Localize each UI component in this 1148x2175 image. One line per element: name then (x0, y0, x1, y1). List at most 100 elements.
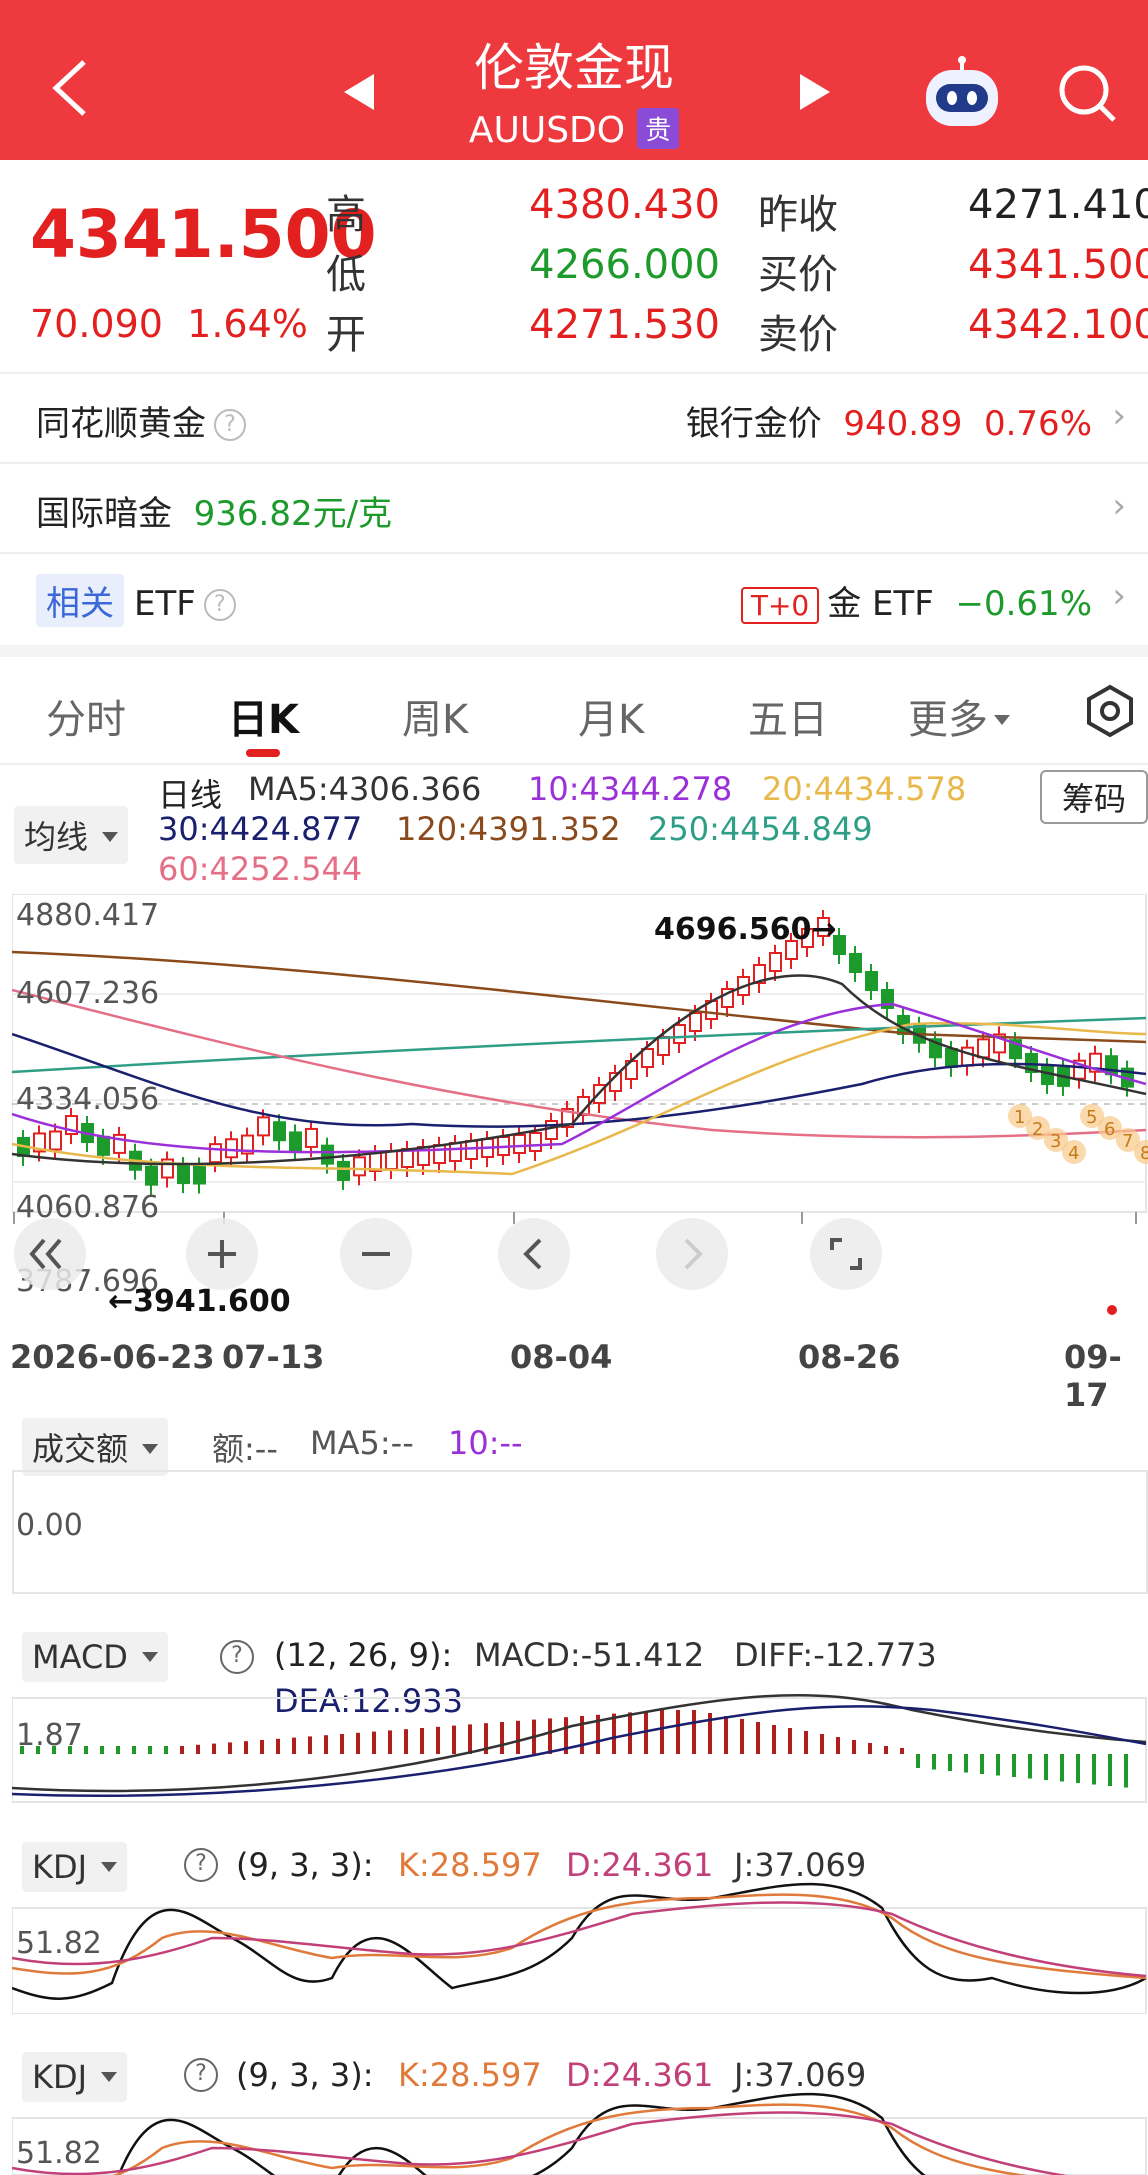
ma-line (12, 1002, 1147, 1154)
ma-dropdown-label: 均线 (24, 818, 89, 856)
candle (257, 1116, 270, 1137)
tab-weekly-k[interactable]: 周K (402, 687, 468, 745)
next-instrument-icon[interactable] (800, 74, 830, 110)
kline-chart[interactable]: 12345678 (12, 894, 1148, 1316)
prev-close-label: 昨收 (758, 192, 838, 238)
macd-bar (516, 1720, 520, 1754)
quote-panel: 4341.500 70.090 1.64% 高 低 开 4380.430 426… (0, 170, 1148, 370)
macd-bar (436, 1726, 440, 1754)
macd-bar (836, 1737, 840, 1754)
macd-chart[interactable] (12, 1614, 1148, 1804)
macd-bar (1060, 1754, 1064, 1782)
volume-dropdown[interactable]: 成交额 (22, 1418, 169, 1476)
double-chevron-left-icon (29, 1238, 62, 1270)
diff-line (12, 1693, 1147, 1793)
macd-bar (1076, 1754, 1080, 1783)
volume-chart[interactable] (12, 1470, 1148, 1594)
macd-bar (900, 1748, 904, 1754)
chevron-right-icon: › (1112, 396, 1126, 436)
change-pct: 1.64% (187, 302, 308, 346)
volume-dropdown-label: 成交额 (32, 1430, 129, 1468)
date-label-2: 07-13 (222, 1338, 325, 1376)
macd-bar (84, 1746, 88, 1754)
macd-bar (580, 1716, 584, 1754)
zoom-in-button[interactable] (186, 1218, 258, 1290)
kdj-axis-label: 51.82 (16, 1926, 102, 1961)
kdj-chart[interactable] (12, 1828, 1148, 2014)
candle (545, 1120, 558, 1140)
etf-label: ETF (134, 584, 196, 624)
candle (513, 1134, 526, 1154)
kdj2-chart[interactable] (12, 2038, 1148, 2175)
volume-ma5: MA5:-- (310, 1424, 414, 1462)
tab-five-day[interactable]: 五日 (748, 687, 828, 745)
date-label-5: 09-17 (1064, 1338, 1122, 1414)
macd-bar (340, 1734, 344, 1754)
etf-row[interactable]: 相关 ETF? T+0 金 ETF −0.61% › (0, 552, 1148, 640)
macd-bar (932, 1754, 936, 1770)
macd-bar (212, 1743, 216, 1754)
open-value: 4271.530 (529, 302, 720, 348)
candle (529, 1132, 542, 1152)
macd-bar (324, 1735, 328, 1754)
period-tabs: 分时 日K 周K 月K 五日 更多 (0, 665, 1148, 765)
date-label-1: 2026-06-23 (10, 1338, 215, 1376)
candle (641, 1048, 654, 1068)
macd-bar (964, 1754, 968, 1773)
ma60-value: 60:4252.544 (158, 850, 363, 888)
macd-bar (244, 1741, 248, 1754)
candle (193, 1164, 206, 1185)
tab-more[interactable]: 更多 (908, 687, 1010, 745)
change-value: 70.090 (30, 302, 163, 346)
macd-bar (980, 1754, 984, 1774)
fullscreen-button[interactable] (810, 1218, 882, 1290)
candle (769, 952, 782, 972)
caret-down-icon (102, 832, 119, 842)
signal-marker-label: 2 (1032, 1119, 1043, 1140)
macd-bar (388, 1730, 392, 1754)
macd-bar (100, 1746, 104, 1754)
intl-gold-value: 936.82元/克 (193, 494, 393, 534)
candle (657, 1036, 670, 1056)
candle (97, 1135, 110, 1156)
macd-bar (660, 1710, 664, 1754)
ma120-value: 120:4391.352 (396, 810, 621, 848)
ths-gold-row[interactable]: 同花顺黄金? 银行金价 940.89 0.76% › (0, 372, 1148, 460)
help-icon[interactable]: ? (203, 589, 236, 621)
caret-down-icon (142, 1444, 159, 1454)
candle (849, 953, 862, 973)
tab-daily-k[interactable]: 日K (228, 687, 299, 745)
candle (289, 1131, 302, 1152)
kdj2-axis-label: 51.82 (16, 2136, 102, 2171)
chip-button[interactable]: 筹码 (1040, 770, 1148, 824)
search-icon[interactable] (1054, 62, 1118, 126)
robot-assistant-icon[interactable] (916, 56, 1008, 130)
settings-icon[interactable] (1082, 683, 1138, 739)
scroll-left-fast-button[interactable] (14, 1218, 86, 1290)
bid-label: 买价 (758, 252, 838, 298)
zoom-out-button[interactable] (340, 1218, 412, 1290)
max-price-label: 4696.560→ (654, 912, 837, 947)
macd-bar (676, 1710, 680, 1754)
tab-intraday[interactable]: 分时 (46, 687, 126, 745)
ma250-value: 250:4454.849 (648, 810, 873, 848)
ma30-value: 30:4424.877 (158, 810, 363, 848)
macd-bar (788, 1728, 792, 1754)
macd-bar (420, 1728, 424, 1754)
t0-tag: T+0 (740, 587, 820, 624)
help-icon[interactable]: ? (214, 409, 246, 441)
macd-bar (404, 1729, 408, 1754)
scroll-right-button[interactable] (656, 1218, 728, 1290)
tab-monthly-k[interactable]: 月K (578, 687, 644, 745)
candle (49, 1130, 62, 1151)
scroll-left-button[interactable] (498, 1218, 570, 1290)
ma-dropdown[interactable]: 均线 (14, 806, 129, 864)
intl-gold-row[interactable]: 国际暗金 936.82元/克 › (0, 462, 1148, 550)
d-line (12, 1901, 1147, 1978)
ths-gold-label: 同花顺黄金 (36, 404, 206, 444)
caret-down-icon (994, 715, 1010, 725)
macd-bar (148, 1746, 152, 1754)
j-line (12, 1882, 1147, 2000)
candle (961, 1046, 974, 1067)
ma20-value: 20:4434.578 (762, 770, 967, 808)
